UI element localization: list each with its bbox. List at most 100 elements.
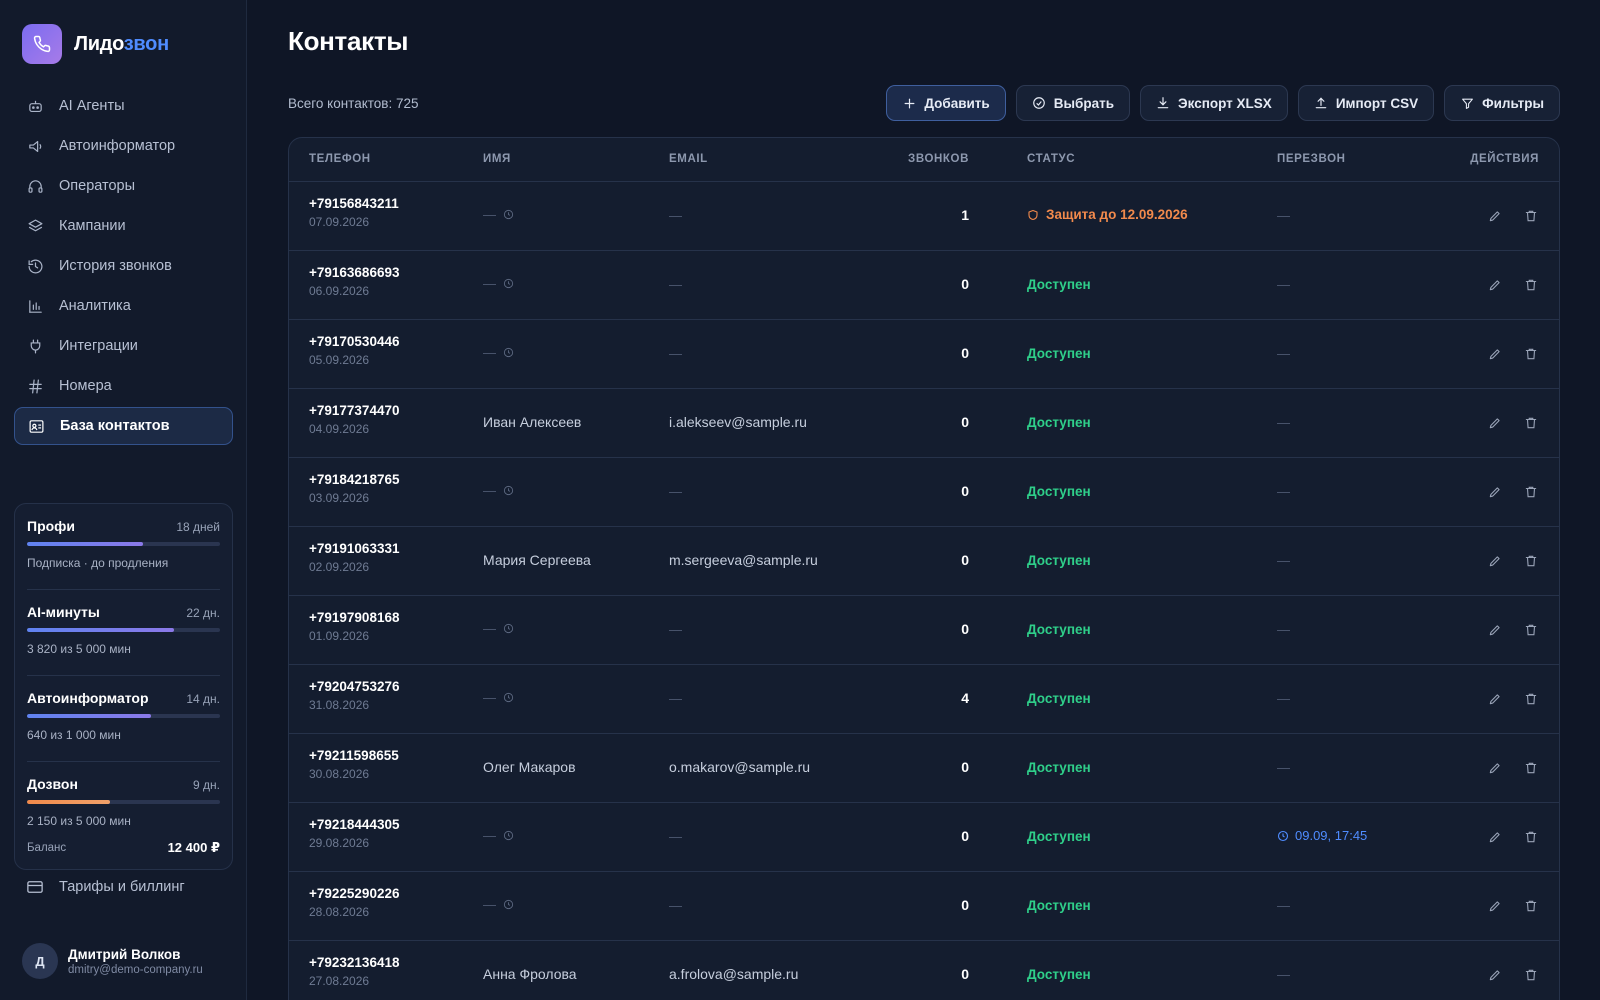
user-profile[interactable]: Д Дмитрий Волков dmitry@demo-company.ru xyxy=(22,943,203,979)
sidebar-item-2[interactable]: Автоинформатор xyxy=(14,127,233,165)
balance-value: 12 400 ₽ xyxy=(167,840,220,855)
contact-date: 28.08.2026 xyxy=(309,905,370,919)
brand[interactable]: Лидозвон xyxy=(22,24,169,64)
add-contact-button[interactable]: Добавить xyxy=(886,85,1006,121)
trash-icon[interactable] xyxy=(1523,346,1539,362)
empty-dash: — xyxy=(1277,277,1290,292)
shield-icon xyxy=(1027,209,1039,221)
sidebar-item-1[interactable]: AI Агенты xyxy=(14,87,233,125)
trash-icon[interactable] xyxy=(1523,553,1539,569)
sidebar-item-label: Автоинформатор xyxy=(59,138,176,154)
column-status[interactable]: Статус xyxy=(1027,153,1075,165)
clock-icon xyxy=(503,485,514,496)
contact-phone[interactable]: +79232136418 xyxy=(309,955,399,970)
empty-dash: — xyxy=(483,345,496,360)
trash-icon[interactable] xyxy=(1523,415,1539,431)
edit-icon[interactable] xyxy=(1487,346,1503,362)
contact-phone[interactable]: +79163686693 xyxy=(309,265,399,280)
column-callback[interactable]: Перезвон xyxy=(1277,153,1346,165)
contact-phone[interactable]: +79170530446 xyxy=(309,334,399,349)
contact-name: Иван Алексеев xyxy=(483,414,582,430)
edit-icon[interactable] xyxy=(1487,622,1503,638)
edit-icon[interactable] xyxy=(1487,208,1503,224)
table-row[interactable]: +79184218765 03.09.2026 — — 0 Доступен — xyxy=(289,458,1559,527)
trash-icon[interactable] xyxy=(1523,898,1539,914)
status-badge: Доступен xyxy=(1027,277,1091,292)
contact-phone[interactable]: +79184218765 xyxy=(309,472,399,487)
table-row[interactable]: +79170530446 05.09.2026 — — 0 Доступен — xyxy=(289,320,1559,389)
edit-icon[interactable] xyxy=(1487,829,1503,845)
edit-icon[interactable] xyxy=(1487,898,1503,914)
table-row[interactable]: +79232136418 27.08.2026 Анна Фролова a.frol… xyxy=(289,941,1559,1000)
status-badge: Доступен xyxy=(1027,967,1091,982)
table-row[interactable]: +79156843211 07.09.2026 — — 1 Защита до 12.09… xyxy=(289,182,1559,251)
table-row[interactable]: +79177374470 04.09.2026 Иван Алексеев i.ale… xyxy=(289,389,1559,458)
status-text: Защита до 12.09.2026 xyxy=(1046,207,1188,222)
trash-icon[interactable] xyxy=(1523,484,1539,500)
column-phone[interactable]: Телефон xyxy=(309,153,371,165)
table-row[interactable]: +79211598655 30.08.2026 Олег Макаров o.maka… xyxy=(289,734,1559,803)
table-row[interactable]: +79218444305 29.08.2026 — — 0 Доступен 09.09, … xyxy=(289,803,1559,872)
sidebar-item-6[interactable]: Аналитика xyxy=(14,287,233,325)
table-row[interactable]: +79225290226 28.08.2026 — — 0 Доступен — xyxy=(289,872,1559,941)
status-badge: Доступен xyxy=(1027,415,1091,430)
edit-icon[interactable] xyxy=(1487,967,1503,983)
contact-phone[interactable]: +79225290226 xyxy=(309,886,399,901)
avatar: Д xyxy=(22,943,58,979)
edit-icon[interactable] xyxy=(1487,760,1503,776)
edit-icon[interactable] xyxy=(1487,553,1503,569)
filters-button[interactable]: Фильтры xyxy=(1444,85,1560,121)
table-row[interactable]: +79191063331 02.09.2026 Мария Сергеева m.se… xyxy=(289,527,1559,596)
sidebar-item-7[interactable]: Интеграции xyxy=(14,327,233,365)
sidebar-item-4[interactable]: Кампании xyxy=(14,207,233,245)
contact-phone[interactable]: +79218444305 xyxy=(309,817,399,832)
sidebar-item-billing[interactable]: Тарифы и биллинг xyxy=(26,878,185,896)
subscription-desc: 3 820 из 5 000 мин xyxy=(27,642,131,656)
sidebar-item-8[interactable]: Номера xyxy=(14,367,233,405)
trash-icon[interactable] xyxy=(1523,760,1539,776)
select-button[interactable]: Выбрать xyxy=(1015,85,1131,121)
trash-icon[interactable] xyxy=(1523,277,1539,293)
trash-icon[interactable] xyxy=(1523,967,1539,983)
table-row[interactable]: +79204753276 31.08.2026 — — 4 Доступен — xyxy=(289,665,1559,734)
filter-icon xyxy=(1460,96,1474,110)
empty-dash: — xyxy=(1277,208,1290,223)
clock-icon xyxy=(503,899,514,910)
sidebar-item-3[interactable]: Операторы xyxy=(14,167,233,205)
contact-phone[interactable]: +79197908168 xyxy=(309,610,399,625)
table-header: Телефон Имя Email Звонков Статус Перезво… xyxy=(289,138,1559,182)
edit-icon[interactable] xyxy=(1487,691,1503,707)
edit-icon[interactable] xyxy=(1487,415,1503,431)
balance: Баланс 12 400 ₽ xyxy=(27,840,220,856)
empty-dash: — xyxy=(1277,484,1290,499)
edit-icon[interactable] xyxy=(1487,484,1503,500)
import-csv-button[interactable]: Импорт CSV xyxy=(1297,85,1435,121)
contact-phone[interactable]: +79156843211 xyxy=(309,196,399,211)
check-circle-icon xyxy=(1032,96,1046,110)
clock-icon xyxy=(503,278,514,289)
contact-phone[interactable]: +79211598655 xyxy=(309,748,399,763)
contact-phone[interactable]: +79177374470 xyxy=(309,403,399,418)
column-name[interactable]: Имя xyxy=(483,153,511,165)
table-row[interactable]: +79197908168 01.09.2026 — — 0 Доступен — xyxy=(289,596,1559,665)
contact-name: Олег Макаров xyxy=(483,759,576,775)
edit-icon[interactable] xyxy=(1487,277,1503,293)
callback-time[interactable]: 09.09, 17:45 xyxy=(1277,828,1367,843)
column-email[interactable]: Email xyxy=(669,153,708,165)
contact-phone[interactable]: +79191063331 xyxy=(309,541,399,556)
column-calls[interactable]: Звонков xyxy=(889,153,969,165)
trash-icon[interactable] xyxy=(1523,829,1539,845)
export-xlsx-button[interactable]: Экспорт XLSX xyxy=(1140,85,1288,121)
clock-icon xyxy=(503,347,514,358)
sidebar-item-5[interactable]: История звонков xyxy=(14,247,233,285)
sidebar-item-9[interactable]: База контактов xyxy=(14,407,233,445)
headset-icon xyxy=(26,177,44,195)
table-row[interactable]: +79163686693 06.09.2026 — — 0 Доступен — xyxy=(289,251,1559,320)
contact-phone[interactable]: +79204753276 xyxy=(309,679,399,694)
trash-icon[interactable] xyxy=(1523,622,1539,638)
trash-icon[interactable] xyxy=(1523,208,1539,224)
empty-dash: — xyxy=(669,691,682,706)
trash-icon[interactable] xyxy=(1523,691,1539,707)
contact-name-empty: — xyxy=(483,345,514,360)
status-badge: Доступен xyxy=(1027,346,1091,361)
